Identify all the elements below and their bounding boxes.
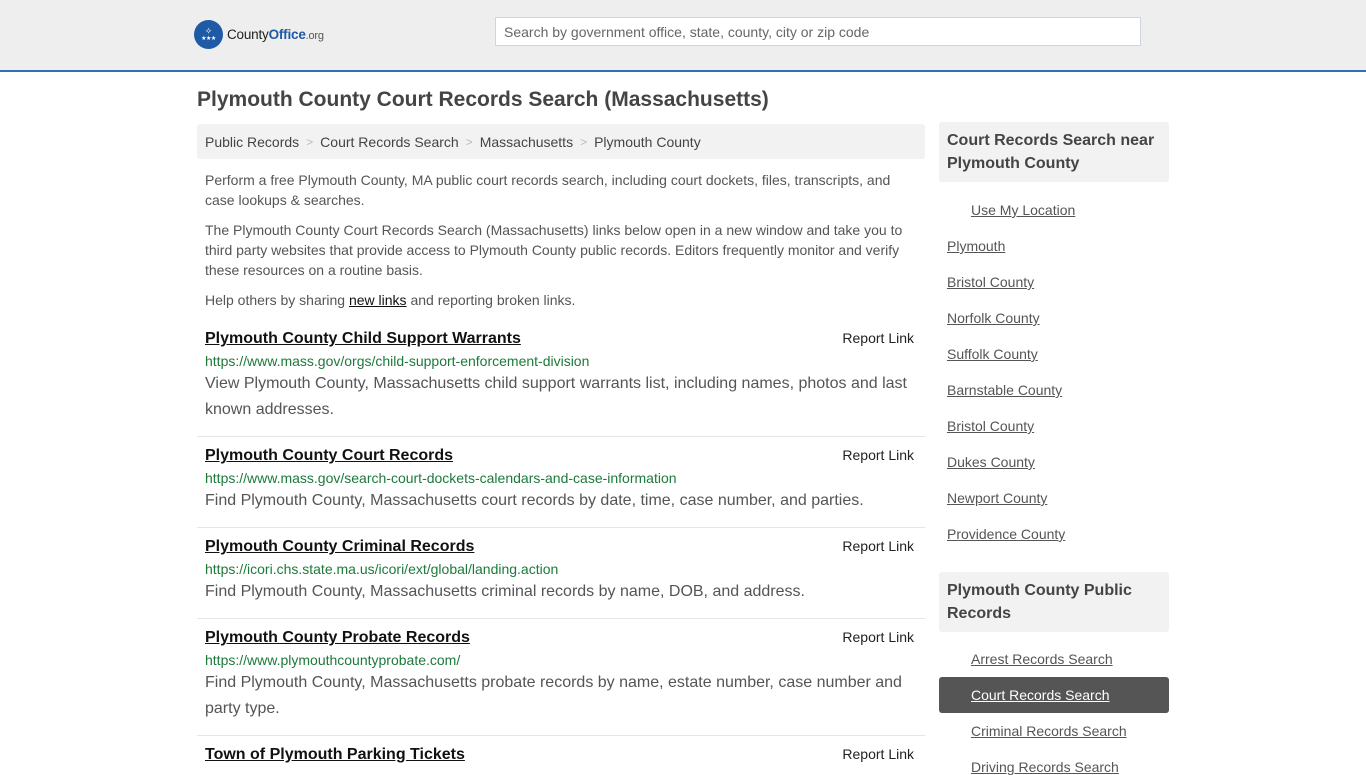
listing-title-link[interactable]: Town of Plymouth Parking Tickets (205, 746, 465, 764)
breadcrumb: Public Records > Court Records Search > … (197, 124, 925, 159)
report-link-button[interactable]: Report Link (842, 447, 914, 463)
listing-url: https://www.mass.gov/orgs/child-support-… (205, 353, 590, 369)
listing-title-link[interactable]: Plymouth County Criminal Records (205, 538, 474, 556)
report-link-button[interactable]: Report Link (842, 746, 914, 762)
nearby-link[interactable]: Barnstable County (947, 382, 1062, 398)
public-records-link-criminal[interactable]: Criminal Records Search (971, 723, 1127, 739)
listing-title-link[interactable]: Plymouth County Child Support Warrants (205, 330, 521, 348)
listing-url: https://icori.chs.state.ma.us/icori/ext/… (205, 561, 559, 577)
nearby-link[interactable]: Plymouth (947, 238, 1005, 254)
breadcrumb-separator: > (465, 134, 473, 149)
listing-description: Find Plymouth County, Massachusetts cour… (205, 492, 864, 509)
listing-item: Plymouth County Criminal Records Report L… (197, 538, 925, 605)
report-link-button[interactable]: Report Link (842, 629, 914, 645)
site-logo[interactable]: ✧ ★★★ CountyOffice.org (194, 20, 324, 49)
nearby-link[interactable]: Suffolk County (947, 346, 1038, 362)
listing-description: Find Plymouth County, Massachusetts prob… (205, 674, 902, 717)
eagle-stars-icon: ✧ ★★★ (194, 20, 223, 49)
nearby-link[interactable]: Bristol County (947, 418, 1034, 434)
listing-title-link[interactable]: Plymouth County Probate Records (205, 629, 470, 647)
listing-url: https://www.plymouthcountyprobate.com/ (205, 652, 461, 668)
breadcrumb-separator: > (580, 134, 588, 149)
listing-description: Find Plymouth County, Massachusetts crim… (205, 583, 805, 600)
public-records-link-arrest[interactable]: Arrest Records Search (971, 651, 1113, 667)
nearby-link[interactable]: Dukes County (947, 454, 1035, 470)
breadcrumb-separator: > (306, 134, 314, 149)
nearby-link[interactable]: Bristol County (947, 274, 1034, 290)
divider (197, 527, 925, 528)
divider (197, 618, 925, 619)
nearby-link[interactable]: Newport County (947, 490, 1047, 506)
public-records-link-driving[interactable]: Driving Records Search (971, 759, 1119, 775)
listing-description: View Plymouth County, Massachusetts chil… (205, 375, 907, 418)
page-title: Plymouth County Court Records Search (Ma… (197, 88, 769, 111)
search-input[interactable] (495, 17, 1141, 46)
report-link-button[interactable]: Report Link (842, 538, 914, 554)
listing-item: Plymouth County Court Records Report Link… (197, 447, 925, 514)
use-my-location-link[interactable]: Use My Location (971, 202, 1075, 218)
new-links-link[interactable]: new links (349, 292, 407, 308)
divider (197, 735, 925, 736)
public-records-active-item[interactable]: Court Records Search (939, 677, 1169, 713)
report-link-button[interactable]: Report Link (842, 330, 914, 346)
nearby-heading: Court Records Search near Plymouth Count… (939, 122, 1169, 182)
nearby-link[interactable]: Norfolk County (947, 310, 1040, 326)
divider (197, 436, 925, 437)
site-header: ✧ ★★★ CountyOffice.org (0, 0, 1366, 72)
listing-item: Plymouth County Probate Records Report Li… (197, 629, 925, 722)
breadcrumb-plymouth-county[interactable]: Plymouth County (594, 134, 701, 150)
listing-item: Town of Plymouth Parking Tickets Report L… (197, 746, 925, 764)
listing-title-link[interactable]: Plymouth County Court Records (205, 447, 453, 465)
intro-paragraph: Perform a free Plymouth County, MA publi… (205, 172, 891, 208)
public-records-link-court[interactable]: Court Records Search (971, 687, 1110, 703)
breadcrumb-massachusetts[interactable]: Massachusetts (480, 134, 573, 150)
listing-item: Plymouth County Child Support Warrants Re… (197, 330, 925, 423)
help-paragraph: Help others by sharing new links and rep… (205, 292, 576, 308)
logo-text: CountyOffice.org (227, 27, 324, 42)
breadcrumb-public-records[interactable]: Public Records (205, 134, 299, 150)
public-records-heading: Plymouth County Public Records (939, 572, 1169, 632)
nearby-link[interactable]: Providence County (947, 526, 1065, 542)
listing-url: https://www.mass.gov/search-court-docket… (205, 470, 677, 486)
breadcrumb-court-records-search[interactable]: Court Records Search (320, 134, 459, 150)
disclaimer-paragraph: The Plymouth County Court Records Search… (205, 222, 903, 278)
